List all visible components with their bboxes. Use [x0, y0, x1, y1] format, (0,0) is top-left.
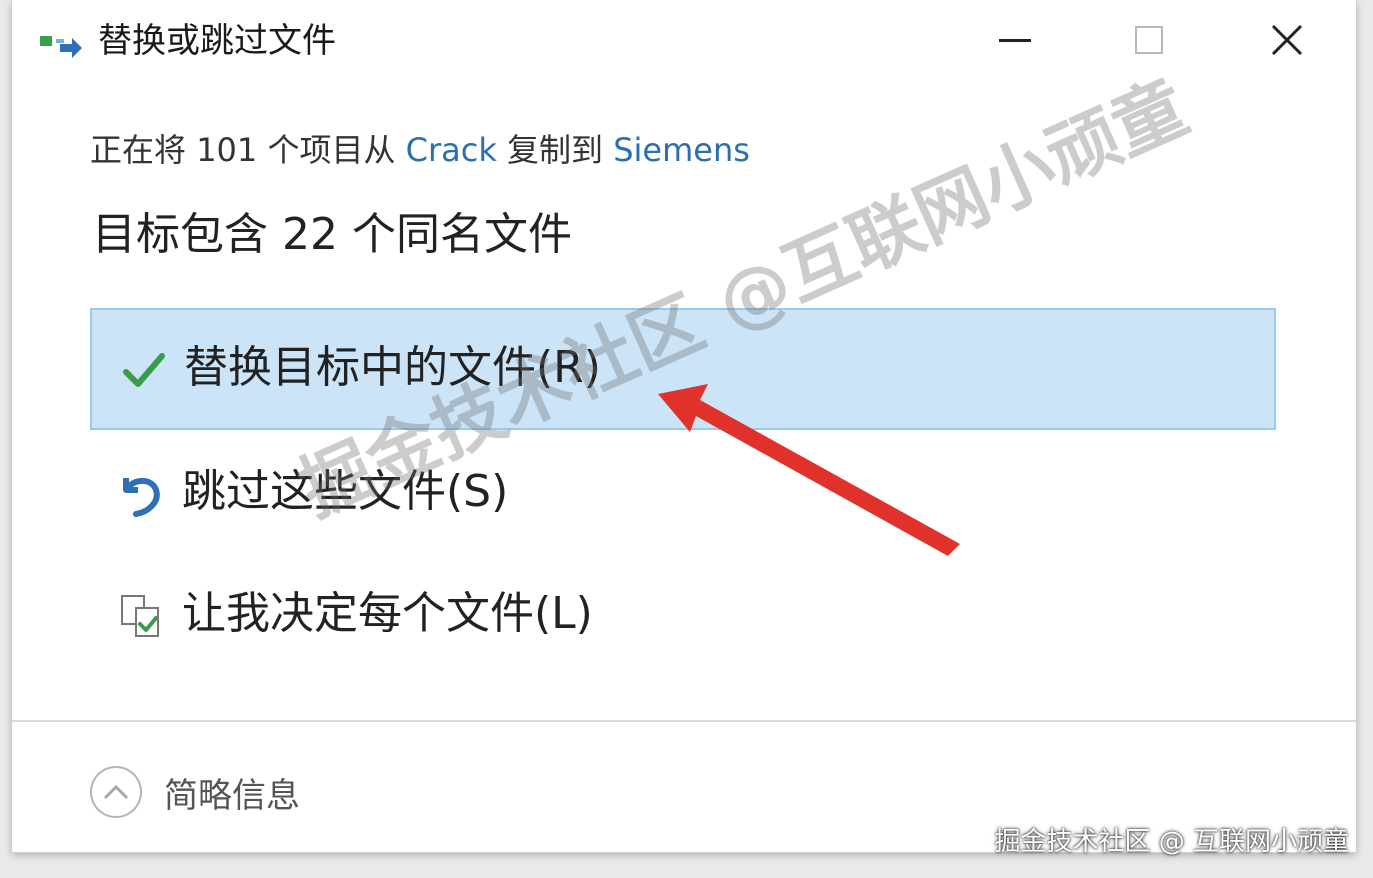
copy-summary: 正在将 101 个项目从 Crack 复制到 Siemens — [90, 128, 750, 172]
item-count: 101 — [196, 131, 258, 169]
file-copy-icon — [40, 36, 82, 58]
check-icon — [123, 353, 165, 387]
window-title: 替换或跳过文件 — [98, 21, 336, 61]
replace-skip-dialog: 替换或跳过文件 正在将 101 个项目从 Crack 复制到 Siemens 目… — [12, 0, 1356, 852]
decide-files-icon — [121, 595, 159, 637]
minimize-button[interactable] — [970, 6, 1060, 74]
destination-folder-link[interactable]: Siemens — [613, 131, 750, 169]
minimize-icon — [999, 39, 1031, 42]
copy-middle: 个项目从 — [267, 131, 396, 169]
maximize-button[interactable] — [1104, 6, 1194, 74]
copy-prefix: 正在将 — [90, 131, 187, 169]
source-folder-link[interactable]: Crack — [406, 131, 497, 169]
fewer-details-label: 简略信息 — [164, 775, 300, 816]
close-button[interactable] — [1242, 6, 1332, 74]
option-label: 跳过这些文件(S) — [182, 466, 509, 517]
fewer-details-toggle[interactable]: 简略信息 — [90, 762, 300, 822]
option-label: 替换目标中的文件(R) — [184, 342, 601, 393]
chevron-up-icon — [90, 766, 142, 818]
title-bar: 替换或跳过文件 — [12, 0, 1356, 82]
option-label: 让我决定每个文件(L) — [182, 588, 593, 639]
skip-arrow-icon — [123, 477, 160, 517]
conflict-heading: 目标包含 22 个同名文件 — [92, 209, 572, 260]
copy-action: 复制到 — [507, 131, 604, 169]
option-replace-files[interactable]: 替换目标中的文件(R) — [90, 308, 1276, 430]
maximize-icon — [1135, 26, 1163, 54]
close-icon — [1271, 24, 1303, 56]
footer-divider — [12, 720, 1356, 722]
option-skip-files[interactable]: 跳过这些文件(S) — [90, 434, 1276, 556]
watermark-corner: 掘金技术社区 @ 互联网小顽童 — [994, 827, 1349, 857]
option-decide-each-file[interactable]: 让我决定每个文件(L) — [90, 556, 1276, 678]
